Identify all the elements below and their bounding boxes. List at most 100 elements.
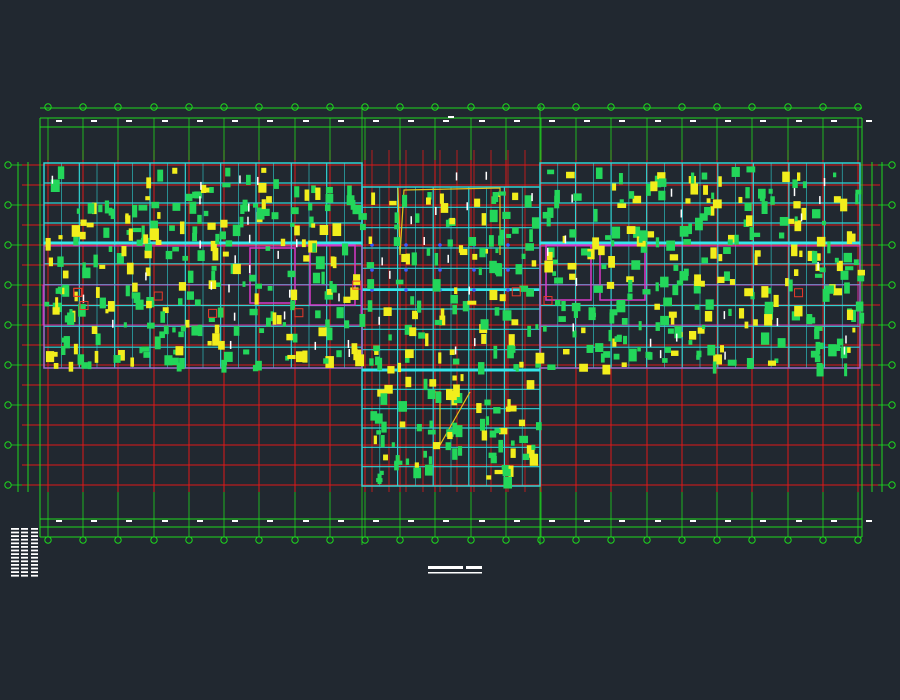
axis-bubble-bottom bbox=[255, 536, 263, 544]
column-marker bbox=[738, 196, 743, 203]
legend-row-mark bbox=[21, 564, 28, 566]
column-marker bbox=[191, 325, 199, 336]
column-marker bbox=[449, 390, 457, 401]
column-marker bbox=[642, 289, 651, 295]
column-marker bbox=[315, 187, 321, 200]
axis-bubble-top bbox=[502, 103, 510, 111]
column-marker bbox=[326, 327, 333, 341]
column-tag bbox=[348, 348, 351, 357]
column-marker bbox=[249, 308, 258, 316]
legend-row-mark bbox=[31, 564, 38, 566]
column-marker bbox=[409, 327, 417, 337]
column-marker bbox=[145, 196, 150, 201]
column-marker bbox=[694, 217, 703, 231]
column-marker bbox=[657, 172, 666, 180]
column-marker bbox=[479, 418, 486, 431]
column-marker bbox=[276, 315, 282, 325]
column-marker bbox=[793, 201, 801, 209]
node-marker bbox=[472, 288, 476, 292]
column-marker bbox=[415, 213, 420, 223]
dimension-tick-top bbox=[373, 120, 379, 122]
column-marker bbox=[779, 216, 789, 226]
column-marker bbox=[476, 403, 482, 414]
column-marker bbox=[674, 325, 682, 339]
dimension-tick-top bbox=[725, 120, 731, 122]
column-marker bbox=[91, 326, 98, 335]
column-marker bbox=[87, 361, 92, 370]
column-marker bbox=[601, 264, 607, 270]
column-marker bbox=[416, 300, 422, 313]
column-marker bbox=[859, 312, 865, 324]
column-marker bbox=[52, 307, 60, 315]
node-marker bbox=[370, 268, 374, 272]
column-marker bbox=[242, 281, 246, 287]
column-marker bbox=[744, 321, 749, 329]
column-marker bbox=[169, 225, 175, 231]
column-tag bbox=[455, 172, 458, 181]
column-marker bbox=[789, 279, 793, 292]
column-marker bbox=[45, 351, 55, 363]
column-marker bbox=[261, 199, 266, 210]
column-marker bbox=[94, 350, 99, 363]
legend-row-mark bbox=[21, 549, 28, 552]
axis-bubble-left bbox=[4, 401, 12, 409]
column-marker bbox=[62, 270, 69, 279]
column-marker bbox=[132, 282, 138, 292]
axis-bubble-top bbox=[572, 103, 580, 111]
column-marker bbox=[717, 276, 725, 284]
column-marker bbox=[606, 281, 615, 289]
column-marker bbox=[489, 209, 498, 223]
dimension-tick-top bbox=[796, 120, 802, 122]
column-marker bbox=[502, 468, 511, 477]
node-marker bbox=[404, 288, 408, 292]
column-marker bbox=[259, 328, 265, 334]
column-marker bbox=[379, 470, 384, 475]
column-marker bbox=[301, 239, 306, 248]
column-marker bbox=[203, 210, 209, 217]
column-marker bbox=[518, 419, 526, 427]
column-marker bbox=[243, 349, 250, 355]
column-marker bbox=[126, 262, 134, 275]
column-marker bbox=[256, 207, 265, 220]
column-marker bbox=[757, 188, 766, 199]
column-marker bbox=[388, 334, 392, 341]
column-tag bbox=[288, 289, 291, 298]
column-marker bbox=[481, 213, 487, 226]
column-tag bbox=[296, 239, 298, 248]
column-marker bbox=[99, 264, 106, 269]
column-marker bbox=[666, 240, 676, 251]
column-marker bbox=[558, 316, 566, 322]
column-marker bbox=[447, 431, 453, 440]
column-marker bbox=[738, 308, 745, 319]
dimension-tick-bottom bbox=[303, 520, 309, 522]
column-marker bbox=[702, 324, 706, 330]
column-marker bbox=[432, 279, 441, 292]
axis-bubble-bottom bbox=[537, 536, 545, 544]
column-marker bbox=[836, 338, 844, 346]
dimension-tick-top bbox=[162, 120, 168, 122]
column-marker bbox=[197, 214, 202, 224]
column-marker bbox=[336, 350, 342, 358]
legend-row-mark bbox=[21, 546, 28, 548]
column-marker bbox=[712, 199, 722, 209]
dimension-tick-bottom bbox=[725, 520, 731, 522]
column-tag bbox=[145, 272, 147, 281]
dimension-tick-bottom bbox=[126, 520, 132, 522]
column-marker bbox=[185, 319, 190, 328]
column-tag bbox=[338, 293, 340, 302]
column-marker bbox=[380, 393, 388, 405]
column-tag bbox=[247, 203, 250, 212]
column-marker bbox=[265, 246, 271, 251]
column-marker bbox=[150, 220, 158, 230]
node-marker bbox=[438, 268, 442, 272]
column-tag bbox=[199, 240, 201, 249]
column-marker bbox=[499, 229, 505, 240]
column-marker bbox=[688, 340, 693, 345]
drawing-scale-bar bbox=[466, 566, 482, 569]
column-marker bbox=[535, 422, 542, 431]
column-marker bbox=[369, 358, 374, 366]
column-marker bbox=[295, 351, 305, 363]
column-marker bbox=[391, 442, 395, 447]
column-marker bbox=[753, 319, 758, 326]
cad-drawing-canvas[interactable] bbox=[0, 0, 900, 700]
